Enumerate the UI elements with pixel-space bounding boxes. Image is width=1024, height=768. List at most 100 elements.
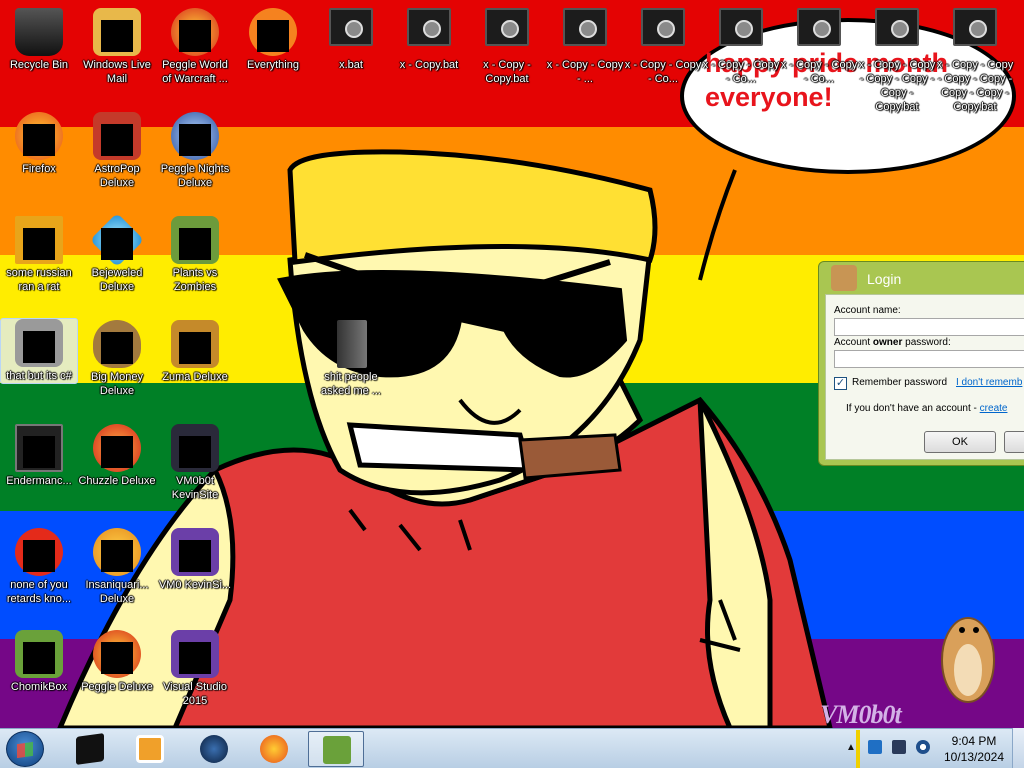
visual-studio-project-icon [171, 424, 219, 472]
login-window-title: Login [867, 271, 902, 287]
cancel-button[interactable] [1004, 431, 1024, 453]
astropop-icon [93, 112, 141, 160]
visual-studio-project-icon [171, 528, 219, 576]
remember-password-label: Remember password [852, 377, 948, 388]
hamster-icon [831, 265, 857, 291]
visual-studio-icon [171, 630, 219, 678]
mail-icon [93, 8, 141, 56]
rat-app-icon [15, 216, 63, 264]
peggle-icon [93, 630, 141, 678]
desktop-icon-plants-vs-zombies[interactable]: Plants vs Zombies [156, 216, 234, 294]
batch-file-icon [483, 8, 531, 56]
firefox-icon [15, 112, 63, 160]
volume-icon[interactable] [916, 740, 930, 754]
desktop-icon-insaniquarium[interactable]: Insaniquari... Deluxe [78, 528, 156, 606]
media-player-icon [136, 735, 164, 763]
desktop-icon-x-copy-7[interactable]: x - Copy - Copy - Copy - Copy - Copy - C… [858, 8, 936, 114]
taskbar-item-media-player[interactable] [122, 731, 178, 767]
desktop-icon-x-bat[interactable]: x.bat [312, 8, 390, 72]
tray-separator [856, 730, 860, 768]
batch-file-icon [327, 8, 375, 56]
remember-password-checkbox[interactable]: ✓ [834, 377, 847, 390]
show-hidden-icons-icon[interactable]: ▲ [846, 742, 856, 753]
desktop-icon-zuma[interactable]: Zuma Deluxe [156, 320, 234, 384]
desktop-icon-chomikbox[interactable]: ChomikBox [0, 630, 78, 694]
desktop-icon-x-copy-8[interactable]: x - Copy - Copy - Copy - Copy - Copy - C… [936, 8, 1014, 114]
search-icon [249, 8, 297, 56]
fish-icon [93, 528, 141, 576]
forgot-password-link[interactable]: I don't rememb [956, 377, 1022, 388]
taskbar-item-recycle-bin[interactable] [62, 731, 118, 767]
desktop-icon-bejeweled[interactable]: Bejeweled Deluxe [78, 212, 156, 294]
app-icon [15, 528, 63, 576]
desktop-icon-big-money[interactable]: Big Money Deluxe [78, 320, 156, 398]
terminal-icon [76, 733, 104, 765]
clock-time: 9:04 PM [951, 734, 997, 748]
login-window[interactable]: Login Account name: Account owner passwo… [818, 261, 1024, 466]
batch-file-icon [717, 8, 765, 56]
console-app-icon [15, 424, 63, 472]
firefox-icon [260, 735, 288, 763]
taskbar-item-globe[interactable] [186, 731, 242, 767]
gem-icon [89, 212, 145, 268]
desktop-icon-x-copy-copy-bat[interactable]: x - Copy - Copy.bat [468, 8, 546, 86]
desktop-icon-x-copy-5[interactable]: x - Copy - Copy - Co... [702, 8, 780, 86]
desktop-icon-vm0-kevinsite[interactable]: VM0 KevinSi... [156, 528, 234, 592]
taskbar-item-chomikbox[interactable] [308, 731, 364, 767]
batch-file-icon [405, 8, 453, 56]
desktop-icon-astropop[interactable]: AstroPop Deluxe [78, 112, 156, 190]
peggle-icon [171, 8, 219, 56]
peggle-nights-icon [171, 112, 219, 160]
ok-button[interactable]: OK [924, 431, 996, 453]
desktop-icon-windows-live-mail[interactable]: Windows Live Mail [78, 8, 156, 86]
zuma-icon [171, 320, 219, 368]
hamster-icon [323, 736, 351, 764]
hamster-icon [15, 630, 63, 678]
clock-date: 10/13/2024 [943, 750, 1005, 764]
desktop-icon-x-copy-bat[interactable]: x - Copy.bat [390, 8, 468, 72]
no-account-text: If you don't have an account - create [846, 403, 1008, 414]
account-name-field[interactable] [834, 318, 1024, 336]
shortcut-icon [15, 319, 63, 367]
desktop-icon-none-of-you[interactable]: none of you retards kno... [0, 528, 78, 606]
show-desktop-button[interactable] [1012, 728, 1024, 768]
desktop-icon-peggle-deluxe[interactable]: Peggle Deluxe [78, 630, 156, 694]
password-label: Account owner password: [834, 337, 951, 348]
desktop-icon-peggle-nights[interactable]: Peggle Nights Deluxe [156, 112, 234, 190]
money-bag-icon [93, 320, 141, 368]
desktop-icon-vm0b0t-kevinsite[interactable]: VM0b0t KevinSite [156, 424, 234, 502]
globe-icon [200, 735, 228, 763]
desktop-icon-x-copy-6[interactable]: x - Copy - Copy - Co... [780, 8, 858, 86]
desktop-icon-endermanch[interactable]: Endermanc... [0, 424, 78, 488]
taskbar-clock[interactable]: 9:04 PM 10/13/2024 [940, 733, 1008, 765]
desktop-icon-some-russian[interactable]: some russian ran a rat [0, 216, 78, 294]
desktop-icon-recycle-bin[interactable]: Recycle Bin [0, 8, 78, 72]
desktop-icon-firefox[interactable]: Firefox [0, 112, 78, 176]
tray-app-icon[interactable] [868, 740, 882, 754]
network-icon[interactable] [892, 740, 906, 754]
start-button[interactable] [6, 731, 44, 767]
desktop-icon-chuzzle[interactable]: Chuzzle Deluxe [78, 424, 156, 488]
artist-signature: VM0b0t [820, 700, 902, 729]
password-field[interactable] [834, 350, 1024, 368]
batch-file-icon [639, 8, 687, 56]
batch-file-icon [951, 8, 999, 56]
batch-file-icon [795, 8, 843, 56]
batch-file-icon [873, 8, 921, 56]
desktop-icon-x-copy-4[interactable]: x - Copy - Copy - Co... [624, 8, 702, 86]
recycle-bin-icon [15, 8, 63, 56]
create-account-link[interactable]: create [980, 403, 1008, 414]
folder-icon [327, 320, 375, 368]
taskbar-item-firefox[interactable] [246, 731, 302, 767]
batch-file-icon [561, 8, 609, 56]
hamster-gadget-icon[interactable] [920, 600, 1010, 710]
chuzzle-icon [93, 424, 141, 472]
desktop-icon-everything[interactable]: Everything [234, 8, 312, 72]
plant-icon [171, 216, 219, 264]
desktop-icon-x-copy-3[interactable]: x - Copy - Copy - ... [546, 8, 624, 86]
desktop-icon-peggle-wow[interactable]: Peggle World of Warcraft ... [156, 8, 234, 86]
desktop-icon-that-but-its-csharp[interactable]: that but its c# [0, 318, 78, 384]
desktop-icon-visual-studio-2015[interactable]: Visual Studio 2015 [156, 630, 234, 708]
desktop-icon-folder-shit-people[interactable]: shit people asked me ... [312, 320, 390, 398]
account-name-label: Account name: [834, 305, 901, 316]
